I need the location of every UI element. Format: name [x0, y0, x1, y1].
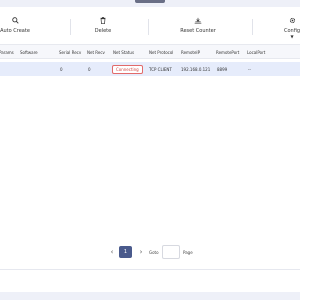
reset-counter-label: Reset Counter — [180, 28, 216, 34]
col-net-status[interactable]: Net Status — [113, 45, 134, 59]
toolbar-divider — [252, 19, 253, 35]
delete-button[interactable]: Delete — [89, 15, 117, 39]
delete-label: Delete — [94, 28, 112, 34]
chevron-down-icon[interactable]: ▼ — [290, 35, 293, 39]
gear-icon — [289, 15, 296, 25]
cell-net-status: Connecting — [112, 62, 143, 76]
trash-icon — [100, 15, 106, 25]
auto-create-button[interactable]: Auto Create — [0, 15, 32, 39]
toolbar-divider — [70, 19, 71, 35]
goto-page-input[interactable] — [162, 245, 180, 259]
col-local-port[interactable]: LocalPort — [247, 45, 265, 59]
col-remote-ip[interactable]: RemoteIP — [181, 45, 200, 59]
pagination: ‹ 1 › Goto Page — [0, 245, 300, 259]
current-page-button[interactable]: 1 — [119, 246, 132, 258]
config-button[interactable]: Config ▼ — [281, 15, 303, 39]
reset-icon — [194, 15, 202, 25]
table-row[interactable]: 0 0 Connecting TCP CLIENT 192.168.0.121 … — [0, 62, 300, 76]
col-software[interactable]: Software — [20, 45, 38, 59]
cell-remote-port: 8899 — [217, 66, 228, 72]
page-label: Page — [183, 249, 193, 255]
bottom-window-strip — [0, 292, 300, 300]
status-badge: Connecting — [112, 64, 143, 74]
col-remote-port[interactable]: RemotePort — [216, 45, 239, 59]
device-table: Params Software Serial Recv Net Recv Net… — [0, 44, 300, 266]
toolbar-divider — [148, 19, 149, 35]
top-handle — [135, 0, 165, 3]
cell-serial-recv: 0 — [60, 66, 63, 72]
reset-counter-button[interactable]: Reset Counter — [178, 15, 218, 39]
cell-local-port: -- — [248, 66, 251, 72]
auto-create-label: Auto Create — [0, 28, 30, 34]
cell-net-protocol: TCP CLIENT — [149, 66, 172, 72]
search-icon — [11, 15, 19, 25]
cell-remote-ip: 192.168.0.121 — [181, 66, 211, 72]
toolbar: Auto Create Delete Reset Counter Config … — [0, 15, 300, 39]
top-window-strip — [0, 0, 300, 7]
next-page-button[interactable]: › — [136, 247, 146, 257]
divider — [0, 269, 300, 270]
goto-label: Goto — [149, 249, 159, 255]
col-net-recv[interactable]: Net Recv — [87, 45, 105, 59]
table-header: Params Software Serial Recv Net Recv Net… — [0, 45, 300, 59]
cell-net-recv: 0 — [88, 66, 91, 72]
col-params[interactable]: Params — [0, 45, 14, 59]
prev-page-button[interactable]: ‹ — [107, 247, 117, 257]
col-serial-recv[interactable]: Serial Recv — [59, 45, 81, 59]
col-net-protocol[interactable]: Net Protocol — [149, 45, 173, 59]
